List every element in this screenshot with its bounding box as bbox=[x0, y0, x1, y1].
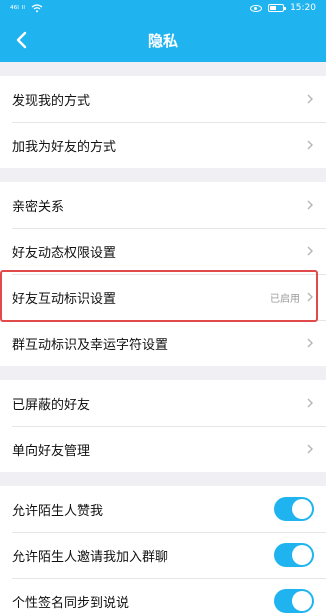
status-bar: ⁴⁶ᴵ ᴵᴵ 15:20 bbox=[0, 0, 326, 18]
chevron-right-icon bbox=[307, 200, 313, 210]
settings-list: 发现我的方式加我为好友的方式 亲密关系好友动态权限设置 好友互动标识设置 已启用群互动… bbox=[0, 62, 326, 616]
chevron-right-icon bbox=[307, 444, 313, 454]
settings-section: 亲密关系好友动态权限设置 好友互动标识设置 已启用群互动标识及幸运字符设置 bbox=[0, 182, 326, 366]
chevron-right-icon bbox=[307, 398, 313, 408]
chevron-right-icon bbox=[307, 140, 313, 150]
settings-row-value: 已启用 bbox=[270, 293, 300, 305]
settings-section: 允许陌生人赞我允许陌生人邀请我加入群聊 个性签名同步到说说 bbox=[0, 486, 326, 616]
settings-row[interactable]: 允许陌生人邀请我加入群聊 bbox=[0, 532, 326, 578]
settings-row[interactable]: 个性签名同步到说说 bbox=[0, 578, 326, 616]
chevron-right-icon bbox=[307, 94, 313, 104]
settings-row-label: 亲密关系 bbox=[12, 199, 65, 215]
settings-row[interactable]: 群互动标识及幸运字符设置 bbox=[0, 320, 326, 366]
settings-row[interactable]: 发现我的方式 bbox=[0, 76, 326, 122]
settings-row[interactable]: 好友动态权限设置 bbox=[0, 228, 326, 274]
settings-row-label: 已屏蔽的好友 bbox=[12, 397, 91, 413]
settings-section: 已屏蔽的好友 单向好友管理 bbox=[0, 380, 326, 472]
clock-time: 15:20 bbox=[290, 3, 316, 13]
page-title: 隐私 bbox=[147, 32, 178, 50]
chevron-right-icon bbox=[307, 292, 313, 302]
settings-row[interactable]: 允许陌生人赞我 bbox=[0, 486, 326, 532]
title-bar: 隐私 bbox=[0, 18, 326, 62]
settings-row-label: 单向好友管理 bbox=[12, 443, 91, 459]
settings-row-label: 好友互动标识设置 bbox=[12, 291, 117, 307]
settings-section: 发现我的方式加我为好友的方式 bbox=[0, 76, 326, 168]
settings-row-label: 允许陌生人邀请我加入群聊 bbox=[12, 549, 169, 565]
wifi-icon bbox=[31, 4, 43, 16]
settings-row-label: 加我为好友的方式 bbox=[12, 139, 117, 155]
network-status: ⁴⁶ᴵ ᴵᴵ bbox=[10, 4, 43, 16]
settings-row-label: 好友动态权限设置 bbox=[12, 245, 117, 261]
settings-row-label: 允许陌生人赞我 bbox=[12, 503, 104, 519]
settings-row-label: 个性签名同步到说说 bbox=[12, 595, 130, 611]
status-right: 15:20 bbox=[250, 3, 316, 13]
eye-icon bbox=[250, 4, 263, 12]
chevron-right-icon bbox=[307, 246, 313, 256]
settings-row[interactable]: 亲密关系 bbox=[0, 182, 326, 228]
toggle-switch[interactable] bbox=[274, 497, 314, 521]
toggle-switch[interactable] bbox=[274, 589, 314, 613]
battery-icon bbox=[268, 4, 287, 12]
chevron-right-icon bbox=[307, 338, 313, 348]
settings-row[interactable]: 单向好友管理 bbox=[0, 426, 326, 472]
settings-row[interactable]: 好友互动标识设置 已启用 bbox=[0, 274, 326, 320]
settings-row-label: 群互动标识及幸运字符设置 bbox=[12, 337, 169, 353]
toggle-switch[interactable] bbox=[274, 543, 314, 567]
signal-text: ⁴⁶ᴵ ᴵᴵ bbox=[10, 5, 26, 15]
settings-row[interactable]: 已屏蔽的好友 bbox=[0, 380, 326, 426]
settings-row[interactable]: 加我为好友的方式 bbox=[0, 122, 326, 168]
settings-row-label: 发现我的方式 bbox=[12, 93, 91, 109]
